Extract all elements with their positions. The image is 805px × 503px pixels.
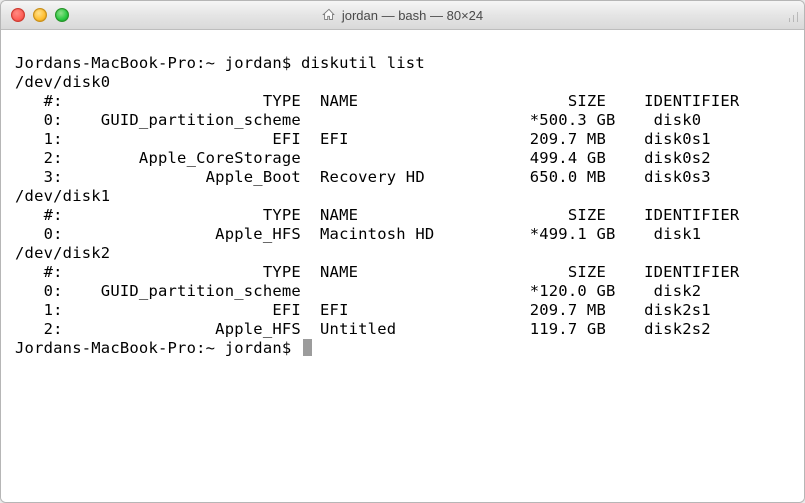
resize-handle-icon[interactable] [784, 8, 798, 22]
terminal-window: jordan — bash — 80×24 Jordans-MacBook-Pr… [0, 0, 805, 503]
titlebar[interactable]: jordan — bash — 80×24 [1, 1, 804, 30]
traffic-lights [1, 1, 69, 29]
close-button[interactable] [11, 8, 25, 22]
home-icon [322, 8, 336, 22]
window-title-text: jordan — bash — 80×24 [342, 8, 483, 23]
cursor [303, 339, 312, 356]
minimize-button[interactable] [33, 8, 47, 22]
window-title-area: jordan — bash — 80×24 [1, 8, 804, 23]
terminal-output[interactable]: Jordans-MacBook-Pro:~ jordan$ diskutil l… [1, 46, 804, 503]
zoom-button[interactable] [55, 8, 69, 22]
